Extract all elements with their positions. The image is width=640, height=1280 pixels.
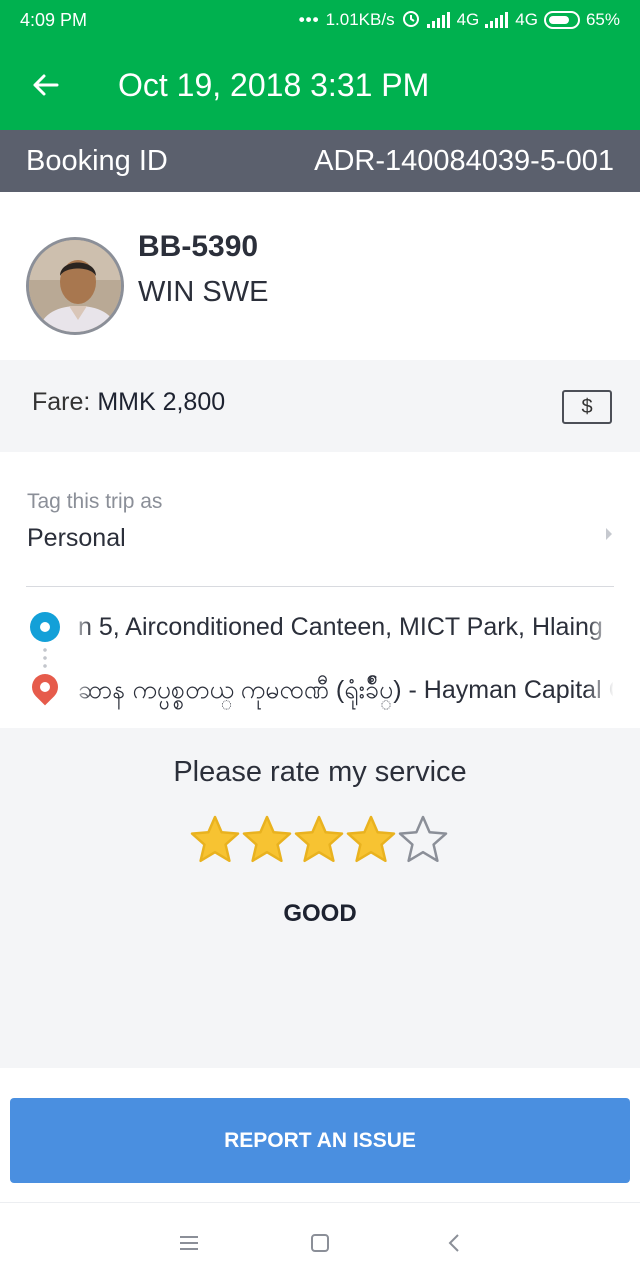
- menu-nav-button[interactable]: [171, 1225, 207, 1261]
- battery-level: 65%: [585, 10, 620, 29]
- driver-name: WIN SWE: [138, 276, 269, 308]
- status-bar: 4:09 PM ••• 1.01KB/s 4G 4G 65%: [0, 0, 640, 40]
- star-filled-icon[interactable]: [241, 812, 293, 868]
- route-connector: [43, 646, 47, 668]
- page-title: Oct 19, 2018 3:31 PM: [118, 66, 430, 103]
- network-type-2: 4G: [515, 10, 538, 29]
- divider: [26, 586, 614, 587]
- route-section: n 5, Airconditioned Canteen, MICT Park, …: [0, 588, 640, 728]
- rating-section: Please rate my service GOOD: [0, 728, 640, 1068]
- menu-icon: [180, 1236, 198, 1250]
- system-nav-bar: [0, 1202, 640, 1280]
- booking-id-value: ADR-140084039-5-001: [314, 144, 614, 177]
- star-filled-icon[interactable]: [293, 812, 345, 868]
- star-empty-icon[interactable]: [397, 812, 449, 868]
- report-issue-button[interactable]: REPORT AN ISSUE: [10, 1098, 630, 1183]
- pickup-fade-right: [586, 608, 614, 648]
- signal-icon-2: [485, 12, 509, 28]
- star-rating[interactable]: [189, 812, 451, 868]
- fare-amount: MMK 2,800: [97, 388, 226, 416]
- vehicle-plate: BB-5390: [138, 230, 259, 263]
- pickup-address: n 5, Airconditioned Canteen, MICT Park, …: [78, 613, 603, 641]
- driver-section: BB-5390 WIN SWE: [0, 192, 640, 360]
- dropoff-address: ဆာန ကပ္ပစ္စတယ္ ကုမၸဏီ (ရုံးခ်ဳပ္) - Haym…: [78, 676, 613, 704]
- arrow-left-icon: [33, 74, 59, 96]
- status-time: 4:09 PM: [20, 9, 88, 30]
- chevron-right-icon: [606, 528, 612, 540]
- fare-label: Fare:: [32, 388, 91, 416]
- battery-icon: [543, 11, 580, 29]
- network-type-1: 4G: [456, 10, 480, 29]
- pickup-location-icon: [30, 612, 60, 642]
- back-button[interactable]: [0, 40, 90, 130]
- fare-text: Fare: MMK 2,800: [32, 388, 225, 417]
- rating-prompt: Please rate my service: [173, 756, 467, 788]
- star-filled-icon[interactable]: [189, 812, 241, 868]
- star-filled-icon[interactable]: [345, 812, 397, 868]
- booking-id-label: Booking ID: [26, 144, 168, 177]
- tag-trip-row[interactable]: Tag this trip as Personal: [0, 452, 640, 587]
- app-bar: Oct 19, 2018 3:31 PM: [0, 40, 640, 130]
- dropoff-pin-icon: [26, 668, 64, 706]
- alarm-icon: [401, 8, 421, 33]
- pickup-fade: [66, 608, 94, 648]
- dropoff-fade: [66, 670, 94, 710]
- cash-payment-icon: $: [562, 390, 612, 424]
- tag-trip-value: Personal: [27, 524, 126, 552]
- tag-trip-label: Tag this trip as: [27, 490, 163, 513]
- square-icon: [311, 1234, 329, 1252]
- signal-icon: [426, 12, 451, 28]
- home-nav-button[interactable]: [302, 1225, 338, 1261]
- driver-avatar: [26, 237, 124, 335]
- more-dots-icon: •••: [298, 10, 320, 29]
- chevron-left-icon: [448, 1234, 459, 1252]
- booking-id-bar: Booking ID ADR-140084039-5-001: [0, 130, 640, 192]
- net-speed: 1.01KB/s: [325, 10, 395, 29]
- back-nav-button[interactable]: [436, 1225, 472, 1261]
- fare-section: Fare: MMK 2,800 $: [0, 360, 640, 452]
- dropoff-fade-right: [586, 670, 614, 710]
- rating-label: GOOD: [283, 900, 357, 927]
